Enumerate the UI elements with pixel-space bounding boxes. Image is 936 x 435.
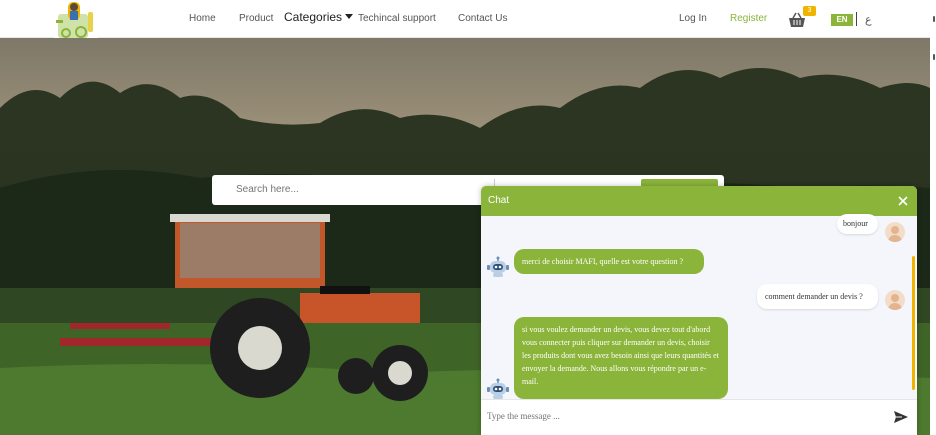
close-icon[interactable] <box>897 194 909 206</box>
nav-support-link[interactable]: Techincal support <box>358 13 436 24</box>
nav-home-link[interactable]: Home <box>189 13 216 24</box>
cart-count-badge: 3 <box>803 6 816 16</box>
register-link[interactable]: Register <box>730 13 767 24</box>
user-avatar-icon <box>885 222 905 242</box>
send-icon[interactable] <box>893 409 909 425</box>
nav-product-link[interactable]: Product <box>239 13 273 24</box>
login-link[interactable]: Log In <box>679 13 707 24</box>
bot-message: si vous voulez demander un devis, vous d… <box>514 317 728 399</box>
nav-categories-label: Categories <box>284 10 343 24</box>
window-edge-mark <box>933 54 935 60</box>
chat-title: Chat <box>488 195 510 206</box>
window-edge-mark <box>933 16 935 22</box>
site-logo[interactable] <box>54 0 98 40</box>
chat-scrollbar[interactable] <box>912 256 915 390</box>
robot-icon <box>487 256 509 278</box>
bot-message: merci de choisir MAFI, quelle est votre … <box>514 249 704 274</box>
chat-widget: Chat bonjour merci de choisir MAFI, quel… <box>481 186 917 435</box>
language-en-button[interactable]: EN <box>831 14 853 26</box>
language-separator <box>856 12 857 26</box>
caret-down-icon <box>345 14 354 19</box>
chat-messages[interactable]: bonjour merci de choisir MAFI, quelle es… <box>481 214 917 400</box>
chat-header: Chat <box>481 186 917 216</box>
nav-contact-link[interactable]: Contact Us <box>458 13 507 24</box>
user-message: bonjour <box>837 214 878 234</box>
search-input[interactable] <box>236 184 486 195</box>
user-avatar-icon <box>885 290 905 310</box>
chat-input-bar <box>481 399 917 435</box>
nav-categories-dropdown[interactable]: Categories <box>284 10 354 24</box>
language-ar-button[interactable]: ع <box>865 13 872 26</box>
user-message: comment demander un devis ? <box>757 284 878 309</box>
chat-message-input[interactable] <box>487 411 867 421</box>
navbar: Home Product Categories Techincal suppor… <box>0 0 930 40</box>
robot-icon <box>487 378 509 400</box>
